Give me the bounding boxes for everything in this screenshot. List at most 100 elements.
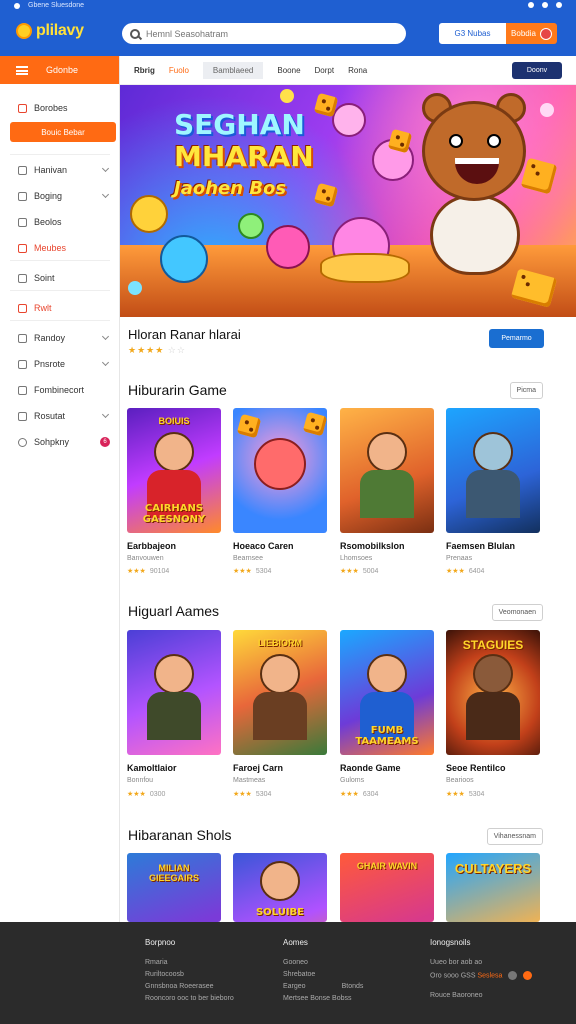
- game-name[interactable]: Raonde Game: [340, 763, 401, 773]
- bear-eye-icon: [487, 134, 501, 148]
- sidebar-item-3[interactable]: Meubes: [0, 238, 120, 258]
- footer: Borpnoo Rmaria Ruriltocoosb Gnnsbnoa Roe…: [0, 922, 576, 1024]
- footer-heading: Ionogsnoils: [430, 938, 471, 947]
- rating-count: 6304: [362, 791, 379, 798]
- game-card[interactable]: [446, 408, 540, 533]
- sidebar-cta-button[interactable]: Bouic Bebar: [10, 122, 116, 142]
- sidebar-item-5[interactable]: Rwlt: [0, 298, 120, 318]
- game-name[interactable]: Rsomobilkslon: [340, 541, 405, 551]
- footer-link[interactable]: Rooncoro ooc to ber bieboro: [145, 995, 234, 1002]
- sidebar-item-8[interactable]: Fombinecort: [0, 380, 120, 400]
- list-icon: [18, 217, 27, 227]
- sidebar-item-1[interactable]: Boging: [0, 186, 120, 206]
- footer-link[interactable]: Gooneo: [283, 959, 363, 966]
- cover-title-text: CAIRHANS GAESNONY: [142, 503, 206, 525]
- site-logo[interactable]: plilavy: [16, 22, 84, 40]
- game-card[interactable]: [340, 408, 434, 533]
- bear-body: [430, 195, 520, 275]
- game-name[interactable]: Seoe Rentilco: [446, 763, 506, 773]
- sidebar-item-9[interactable]: Rosutat: [0, 406, 120, 426]
- tab-2[interactable]: Bamblaeed: [202, 61, 264, 79]
- game-name[interactable]: Earbbajeon: [127, 541, 176, 551]
- sidebar-section-header[interactable]: Borobes: [0, 98, 120, 118]
- footer-link[interactable]: Btonds: [342, 983, 364, 990]
- status-dot-icon: [14, 2, 20, 9]
- tab-0[interactable]: Rbrig: [134, 66, 155, 75]
- game-card[interactable]: MILIAN GIEEGAIRS: [127, 853, 221, 922]
- game-card[interactable]: CULTAYERS: [446, 853, 540, 922]
- shuffle-icon: [18, 333, 27, 343]
- sidebar-item-6[interactable]: Randoy: [0, 328, 120, 348]
- search-bar[interactable]: [122, 23, 406, 44]
- featured-game-title: Hloran Ranar hlarai: [128, 327, 241, 342]
- game-card[interactable]: GHAIR WAVIN: [340, 853, 434, 922]
- hamburger-icon[interactable]: [16, 65, 28, 75]
- sidebar-item-label: Hanivan: [34, 165, 68, 175]
- section-view-button[interactable]: Vihanessnam: [486, 828, 543, 845]
- social-icon[interactable]: [523, 971, 533, 980]
- section-view-label: Veomonaen: [498, 609, 536, 616]
- game-card[interactable]: SOLUIBE: [233, 853, 327, 922]
- rating-count: 90104: [149, 568, 170, 575]
- game-category: Bearioos: [446, 777, 474, 784]
- section-view-button[interactable]: Veomonaen: [491, 604, 543, 621]
- tab-3[interactable]: Boone: [277, 66, 300, 75]
- sidebar-item-4[interactable]: Soint: [0, 268, 120, 288]
- character-face: [154, 432, 194, 472]
- game-card[interactable]: FUMB TAAMEAMS: [340, 630, 434, 755]
- game-name[interactable]: Kamoltlaior: [127, 763, 177, 773]
- sidebar-item-0[interactable]: Hanivan: [0, 160, 120, 180]
- sidebar-item-7[interactable]: Pnsrote: [0, 354, 120, 374]
- tab-5[interactable]: Rona: [348, 66, 367, 75]
- ball-icon: [238, 213, 264, 239]
- game-rating: ★★★ 5004: [340, 568, 379, 575]
- game-card[interactable]: LIEBIORM: [233, 630, 327, 755]
- featured-play-button[interactable]: Pemarmo: [489, 329, 544, 348]
- footer-link[interactable]: Oro sooo GSS: [430, 972, 476, 979]
- star-orb-icon: [280, 89, 294, 103]
- footer-link-row: Eargeo Btonds: [283, 983, 363, 990]
- footer-link[interactable]: Rouce Baoroneo: [430, 992, 532, 999]
- star-orb-icon: [128, 281, 142, 295]
- sidebar-item-2[interactable]: Beolos: [0, 212, 120, 232]
- social-icon[interactable]: [508, 971, 518, 980]
- footer-link[interactable]: Eargeo: [283, 983, 306, 990]
- game-card[interactable]: BOIUIS CAIRHANS GAESNONY: [127, 408, 221, 533]
- game-name[interactable]: Faroej Carn: [233, 763, 283, 773]
- divider: [10, 154, 110, 155]
- footer-link[interactable]: Rmaria: [145, 959, 234, 966]
- footer-link[interactable]: Mertsee Bonse Bobss: [283, 995, 363, 1002]
- game-name[interactable]: Hoeaco Caren: [233, 541, 294, 551]
- game-rating: ★★★ 0300: [127, 791, 166, 798]
- status-text: Gbene Sluesdone: [28, 2, 85, 9]
- game-name[interactable]: Faemsen Blulan: [446, 541, 515, 551]
- search-input[interactable]: [146, 28, 386, 39]
- wifi-icon: [542, 2, 548, 8]
- sidebar-menu-bar[interactable]: Gdonbe: [0, 56, 119, 84]
- avatar[interactable]: [539, 27, 552, 40]
- section-title: Higuarl Aames: [128, 603, 220, 619]
- footer-highlight-link[interactable]: Seslesa: [477, 972, 502, 979]
- tabs-action-button[interactable]: Doonv: [512, 62, 562, 79]
- game-card[interactable]: [233, 408, 327, 533]
- footer-link[interactable]: Gnnsbnoa Roeerasee: [145, 983, 234, 990]
- signup-button[interactable]: Bobdia: [506, 23, 557, 44]
- game-category: Guloms: [340, 777, 365, 784]
- character-body: [466, 692, 520, 740]
- sidebar-item-10[interactable]: Sohpkny 6: [0, 432, 120, 452]
- game-card[interactable]: [127, 630, 221, 755]
- tab-4[interactable]: Dorpt: [315, 66, 335, 75]
- game-card[interactable]: STAGUIES: [446, 630, 540, 755]
- section-view-button[interactable]: Picma: [509, 382, 543, 399]
- rating-count: 5304: [255, 568, 272, 575]
- game-category: Banvouwen: [127, 555, 164, 562]
- hero-banner[interactable]: SEGHAN MHARAN Jaohen Bos: [120, 85, 576, 317]
- menu-label: Gdonbe: [46, 65, 79, 75]
- sidebar-item-label: Sohpkny: [34, 437, 70, 447]
- tab-1[interactable]: Fuolo: [169, 66, 189, 75]
- footer-link[interactable]: Ruriltocoosb: [145, 971, 234, 978]
- footer-link[interactable]: Uueo bor aob ao: [430, 959, 532, 966]
- login-button[interactable]: G3 Nubas: [439, 23, 506, 44]
- hero-title: SEGHAN MHARAN Jaohen Bos: [174, 109, 314, 205]
- footer-link[interactable]: Shrebatoe: [283, 971, 363, 978]
